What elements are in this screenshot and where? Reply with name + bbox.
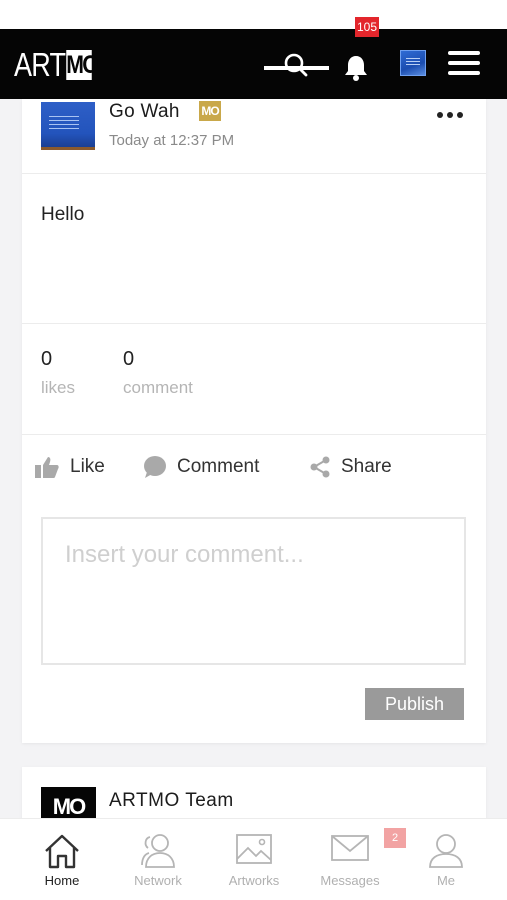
comments-label: comment (123, 378, 193, 397)
divider (22, 434, 486, 435)
bottom-tab-bar: Home Network Artworks Messages Me 2 (0, 818, 507, 900)
logo-text-mo: MO (66, 50, 99, 80)
comment-button[interactable]: Comment (143, 452, 259, 482)
status-bar-area (0, 0, 507, 29)
tab-network[interactable]: Network (110, 819, 206, 900)
share-label: Share (341, 456, 392, 477)
search-button[interactable] (270, 45, 322, 83)
divider (22, 173, 486, 174)
tab-artworks[interactable]: Artworks (206, 819, 302, 900)
comment-bubble-icon (144, 456, 166, 478)
me-icon (429, 834, 463, 868)
like-label: Like (70, 456, 105, 477)
tab-home[interactable]: Home (14, 819, 110, 900)
likes-label: likes (41, 378, 76, 397)
tab-me[interactable]: Me (398, 819, 494, 900)
post-author-avatar[interactable] (41, 102, 95, 150)
network-icon (141, 834, 175, 868)
tab-home-label: Home (44, 873, 80, 888)
hamburger-menu-icon[interactable] (446, 49, 482, 77)
like-button[interactable]: Like (34, 452, 105, 482)
share-button[interactable]: Share (309, 452, 392, 482)
artworks-icon (236, 834, 272, 864)
post-author-name[interactable]: Go Wah (109, 101, 180, 123)
comments-count: 0 (123, 348, 135, 370)
tab-me-label: Me (436, 873, 456, 888)
search-icon (284, 53, 308, 77)
tab-artworks-label: Artworks (228, 873, 280, 888)
more-options-icon[interactable] (435, 107, 465, 121)
tab-messages-label: Messages (320, 873, 380, 888)
bell-icon (345, 56, 367, 81)
next-post-author-name[interactable]: ARTMO Team (109, 790, 234, 812)
post-text: Hello (41, 204, 85, 225)
thumbs-up-icon (35, 457, 59, 478)
notifications-button[interactable] (338, 45, 378, 83)
top-navigation-bar: ART MO (0, 29, 507, 99)
publish-button[interactable]: Publish (365, 688, 464, 720)
profile-avatar[interactable] (400, 50, 426, 76)
post-timestamp: Today at 12:37 PM (109, 132, 235, 149)
divider (22, 323, 486, 324)
home-icon (45, 834, 79, 869)
artmo-logo[interactable]: ART MO (14, 46, 99, 83)
tab-network-label: Network (134, 873, 182, 888)
search-active-indicator (264, 66, 329, 70)
likes-count: 0 (41, 348, 53, 370)
comment-label: Comment (177, 456, 260, 477)
notification-count-badge: 105 (355, 17, 380, 37)
logo-text-art: ART (14, 46, 66, 83)
messages-icon (331, 835, 369, 861)
post-card: Go Wah MO Today at 12:37 PM Hello 0 like… (22, 99, 486, 743)
share-icon (310, 456, 330, 478)
messages-count-badge: 2 (384, 828, 406, 848)
comment-input[interactable] (41, 517, 466, 665)
mo-member-badge: MO (199, 101, 221, 121)
